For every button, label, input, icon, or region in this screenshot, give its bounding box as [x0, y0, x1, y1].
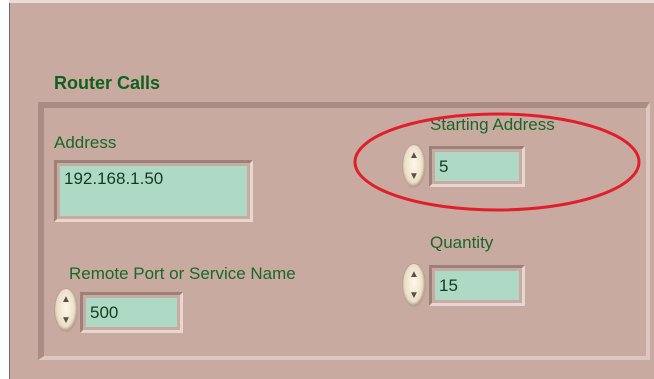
labview-front-panel: Router Calls Address 192.168.1.50 Remote… — [0, 0, 654, 379]
red-highlight-ellipse — [353, 112, 641, 212]
highlight-ellipse-shape — [353, 112, 641, 212]
